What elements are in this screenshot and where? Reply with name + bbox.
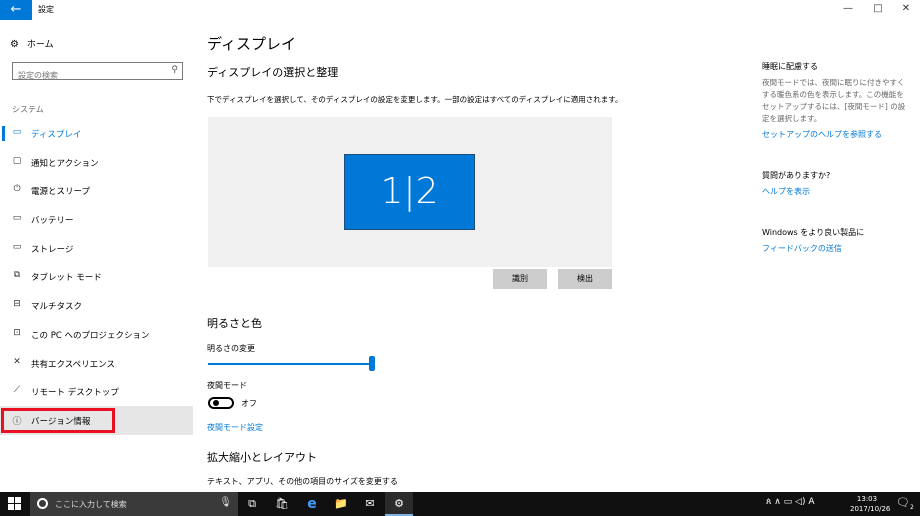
- sidebar-item-label: 電源とスリープ: [31, 187, 90, 197]
- task-view-icon[interactable]: ⧉: [238, 492, 266, 516]
- gear-icon: ⚙: [10, 39, 19, 50]
- search-input[interactable]: [13, 67, 163, 84]
- taskbar-clock[interactable]: 13:03 2017/10/26: [850, 494, 891, 514]
- annotation-highlight: [1, 408, 115, 433]
- windows-start-icon[interactable]: [8, 497, 22, 511]
- sidebar-item-label: マルチタスク: [31, 302, 83, 312]
- maximize-button[interactable]: □: [868, 3, 888, 14]
- window-title: 設定: [38, 5, 54, 14]
- sidebar-item-label: リモート デスクトップ: [31, 388, 119, 398]
- monitor-icon: ▭: [12, 127, 22, 137]
- sidebar-item-label: ストレージ: [31, 245, 74, 255]
- home-label: ホーム: [26, 40, 54, 50]
- close-button[interactable]: ✕: [896, 3, 916, 14]
- sidebar-item-display[interactable]: ▭ ディスプレイ: [0, 120, 193, 147]
- sidebar-home[interactable]: ⚙ ホーム: [10, 37, 54, 50]
- brightness-slider-track[interactable]: [208, 363, 373, 365]
- sidebar-item-projection[interactable]: ⊡ この PC へのプロジェクション: [0, 321, 193, 348]
- sidebar-item-power[interactable]: ⏻ 電源とスリープ: [0, 177, 193, 204]
- night-mode-label: 夜間モード: [207, 381, 247, 390]
- sleep-text: 夜間モードでは、夜間に眠りに付きやすくする暖色系の色を表示します。この機能をセッ…: [762, 78, 906, 123]
- setup-help-link[interactable]: セットアップのヘルプを参照する: [762, 129, 882, 140]
- tablet-icon: ⧉: [13, 270, 21, 280]
- sidebar-item-label: 共有エクスペリエンス: [31, 360, 115, 370]
- taskbar-search-box[interactable]: ここに入力して検索 🎙: [30, 492, 238, 516]
- back-button[interactable]: ←: [0, 0, 32, 20]
- settings-search[interactable]: ⚲: [12, 62, 183, 84]
- sidebar-item-label: ディスプレイ: [31, 130, 82, 140]
- microphone-icon[interactable]: 🎙: [219, 497, 232, 508]
- identify-button[interactable]: 識別: [493, 269, 547, 289]
- feedback-link[interactable]: フィードバックの送信: [762, 243, 842, 254]
- clock-time: 13:03: [856, 495, 878, 503]
- section-title-display-arrange: ディスプレイの選択と整理: [207, 66, 339, 79]
- section-title-scale-layout: 拡大縮小とレイアウト: [207, 451, 317, 464]
- notification-icon: 🗨: [896, 496, 910, 509]
- system-tray[interactable]: ጰ ∧ ▭ ◁) A: [766, 497, 815, 507]
- sidebar-item-multitasking[interactable]: ⊟ マルチタスク: [0, 292, 193, 319]
- taskbar-search-text: ここに入力して検索: [55, 500, 127, 509]
- mail-icon[interactable]: ✉: [356, 492, 384, 516]
- detect-button[interactable]: 検出: [558, 269, 612, 289]
- page-title: ディスプレイ: [207, 35, 296, 53]
- clock-date: 2017/10/26: [850, 505, 891, 513]
- section-label-system: システム: [12, 105, 44, 114]
- sidebar-item-label: タブレット モード: [31, 273, 102, 283]
- brightness-slider-thumb[interactable]: [369, 356, 375, 371]
- edge-icon[interactable]: e: [298, 492, 326, 516]
- sidebar-item-remote-desktop[interactable]: ⟋ リモート デスクトップ: [0, 378, 193, 405]
- sidebar-item-label: バッテリー: [31, 216, 74, 226]
- settings-app-icon[interactable]: ⚙: [385, 492, 413, 516]
- brightness-label: 明るさの変更: [207, 344, 255, 353]
- scale-description: テキスト、アプリ、その他の項目のサイズを変更する: [207, 477, 398, 486]
- sidebar-item-notifications[interactable]: ▢ 通知とアクション: [0, 149, 193, 176]
- minimize-button[interactable]: —: [838, 3, 858, 14]
- monitor-tile[interactable]: 1|2: [344, 154, 475, 230]
- night-mode-settings-link[interactable]: 夜間モード設定: [207, 422, 263, 433]
- multitask-icon: ⊟: [13, 299, 21, 309]
- projection-icon: ⊡: [13, 328, 21, 338]
- store-icon[interactable]: 🛍: [268, 492, 296, 516]
- shared-experiences-icon: ✕: [13, 357, 21, 367]
- storage-icon: ▭: [12, 242, 22, 252]
- power-icon: ⏻: [13, 184, 21, 194]
- file-explorer-icon[interactable]: 📁: [327, 492, 355, 516]
- taskbar: ここに入力して検索 🎙 ⧉ 🛍 e 📁 ✉ ⚙ ጰ ∧ ▭ ◁) A 13:03…: [0, 492, 920, 516]
- back-arrow-icon: ←: [10, 2, 22, 17]
- sleep-heading: 睡眠に配慮する: [762, 62, 818, 71]
- search-icon[interactable]: ⚲: [171, 65, 178, 75]
- battery-icon: ▭: [12, 213, 22, 223]
- sidebar-item-battery[interactable]: ▭ バッテリー: [0, 206, 193, 233]
- improve-heading: Windows をより良い製品に: [762, 228, 865, 237]
- night-mode-toggle[interactable]: [208, 397, 234, 409]
- action-center-icon[interactable]: 🗨2: [896, 496, 914, 511]
- show-help-link[interactable]: ヘルプを表示: [762, 186, 810, 197]
- display-description: 下でディスプレイを選択して、そのディスプレイの設定を変更します。一部の設定はすべ…: [207, 95, 623, 104]
- sidebar-item-label: 通知とアクション: [31, 159, 99, 169]
- sidebar-item-storage[interactable]: ▭ ストレージ: [0, 235, 193, 262]
- question-heading: 質問がありますか?: [762, 171, 831, 180]
- title-bar: ← 設定 — □ ✕: [0, 0, 920, 20]
- notification-count: 2: [909, 504, 914, 512]
- remote-desktop-icon: ⟋: [13, 385, 21, 395]
- cortana-icon: [37, 498, 48, 509]
- sidebar-item-tablet-mode[interactable]: ⧉ タブレット モード: [0, 263, 193, 290]
- night-mode-state: オフ: [241, 399, 257, 408]
- section-title-brightness: 明るさと色: [207, 317, 262, 330]
- sidebar-item-shared-experiences[interactable]: ✕ 共有エクスペリエンス: [0, 350, 193, 377]
- sidebar-item-label: この PC へのプロジェクション: [31, 331, 150, 341]
- notification-icon: ▢: [12, 156, 22, 166]
